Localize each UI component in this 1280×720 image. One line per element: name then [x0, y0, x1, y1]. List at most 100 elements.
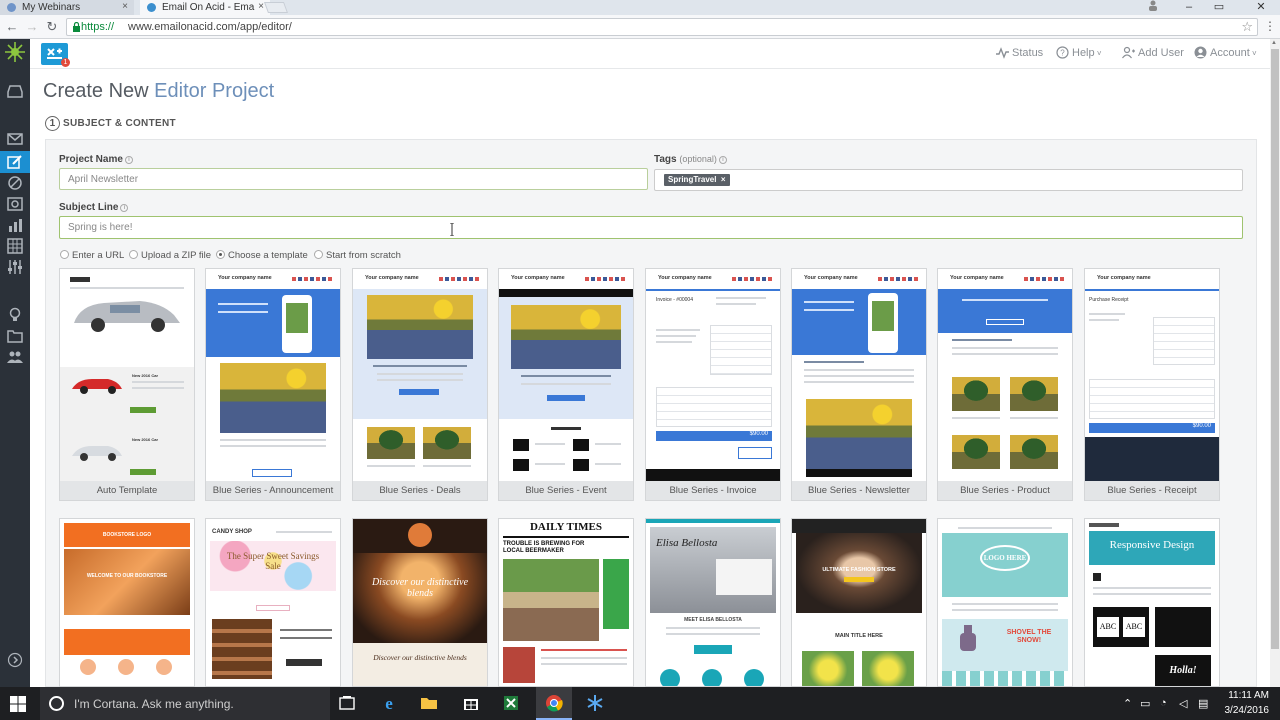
clock-date[interactable]: 3/24/2016 [1219, 705, 1270, 716]
snowflake-app-icon[interactable] [585, 693, 605, 713]
status-link[interactable]: Status [996, 46, 1043, 59]
store-icon[interactable] [461, 693, 481, 713]
camera-icon[interactable] [7, 196, 23, 212]
account-label: Account [1210, 47, 1250, 59]
windows-start-icon[interactable] [10, 696, 26, 712]
template-card-daily-times[interactable]: DAILY TIMES TROUBLE IS BREWING FOR LOCAL… [498, 518, 634, 687]
template-card-blue-product[interactable]: Your company name Blue Series - Product [937, 268, 1073, 501]
tags-input[interactable] [654, 169, 1243, 191]
template-card-blue-event[interactable]: Your company name Blue Series - Event [498, 268, 634, 501]
add-user-icon [1122, 46, 1135, 59]
bookmark-star-icon[interactable]: ☆ [1241, 19, 1253, 35]
maximize-button[interactable]: ▭ [1208, 0, 1230, 15]
template-card-auto[interactable]: New 2016 Car New 2016 Car Auto Template [59, 268, 195, 501]
template-card-blue-invoice[interactable]: Your company name Invoice - #00004 $90.0… [645, 268, 781, 501]
browser-menu-icon[interactable]: ⋮ [1264, 19, 1276, 33]
tray-chevron-up-icon[interactable]: ⌃ [1123, 697, 1132, 710]
svg-text:e: e [385, 694, 393, 713]
network-icon[interactable]: ▭ [1140, 697, 1150, 710]
grid-icon[interactable] [7, 238, 23, 254]
minimize-button[interactable]: – [1178, 0, 1200, 15]
radio-upload-zip[interactable]: Upload a ZIP file [129, 250, 211, 261]
clock-time[interactable]: 11:11 AM [1223, 690, 1269, 701]
url-text: www.emailonacid.com/app/editor/ [128, 21, 292, 33]
scroll-up-arrow-icon[interactable]: ▲ [1271, 40, 1277, 46]
template-name: Blue Series - Announcement [206, 481, 340, 500]
template-thumbnail: Your company name Purchase Receipt $90.0… [1085, 269, 1219, 481]
template-name: Blue Series - Receipt [1085, 481, 1219, 500]
back-arrow-icon[interactable]: ← [4, 19, 20, 35]
new-tab-button[interactable] [263, 2, 289, 13]
help-label: Help [1072, 47, 1095, 59]
volume-icon[interactable]: ◁ [1179, 697, 1187, 710]
close-window-button[interactable]: ✕ [1250, 0, 1272, 15]
inbox-icon[interactable] [7, 83, 23, 99]
team-icon[interactable] [7, 349, 23, 365]
scrollbar-thumb[interactable] [1271, 49, 1279, 649]
info-icon[interactable]: i [718, 156, 727, 164]
info-icon[interactable]: i [124, 156, 133, 164]
step-label: SUBJECT & CONTENT [63, 118, 176, 129]
address-bar[interactable]: https:// www.emailonacid.com/app/editor/… [66, 18, 1258, 36]
template-card-candy-shop[interactable]: CANDY SHOP The Super Sweet Savings Sale [205, 518, 341, 687]
file-explorer-icon[interactable] [419, 693, 439, 713]
email-test-icon[interactable] [7, 131, 23, 147]
tag-remove-icon[interactable]: × [721, 175, 726, 184]
subject-line-input[interactable] [59, 216, 1243, 239]
editor-logo-icon[interactable]: 1 [41, 43, 70, 67]
notifications-icon[interactable]: ▤ [1198, 697, 1208, 710]
tab-close-icon[interactable]: × [258, 1, 264, 12]
radio-enter-url[interactable]: Enter a URL [60, 250, 124, 261]
lightbulb-icon[interactable] [7, 307, 23, 323]
project-name-input[interactable] [59, 168, 648, 190]
excel-icon[interactable] [501, 693, 521, 713]
template-card-blue-deals[interactable]: Your company name Blue Series - Deals [352, 268, 488, 501]
wifi-icon[interactable]: ◔ [1160, 697, 1167, 709]
expand-sidebar-icon[interactable] [7, 652, 23, 668]
template-card-fashion[interactable]: ULTIMATE FASHION STORE MAIN TITLE HERE [791, 518, 927, 687]
tab-title: Email On Acid - Ema [162, 2, 255, 13]
lock-icon [73, 22, 80, 32]
radio-start-scratch[interactable]: Start from scratch [314, 250, 401, 261]
template-card-blue-announcement[interactable]: Your company name Blue Series - Announce… [205, 268, 341, 501]
template-card-responsive[interactable]: Responsive Design ABC ABC Holla! [1084, 518, 1220, 687]
template-card-coffee[interactable]: Discover our distinctive blends Discover… [352, 518, 488, 687]
editor-icon[interactable] [7, 154, 23, 170]
template-thumbnail: CANDY SHOP The Super Sweet Savings Sale [206, 519, 340, 686]
tab-my-webinars[interactable]: My Webinars × [0, 0, 134, 15]
edge-browser-icon[interactable]: e [379, 693, 399, 713]
analytics-icon[interactable] [7, 217, 23, 233]
template-thumbnail: Elisa Bellosta MEET ELISA BELLOSTA [646, 519, 780, 686]
acid-logo-icon[interactable] [5, 42, 25, 62]
help-menu[interactable]: ? Help ˅ [1056, 46, 1102, 59]
step-indicator: 1 SUBJECT & CONTENT [45, 116, 176, 131]
template-thumbnail: Your company name [353, 269, 487, 481]
template-card-winter[interactable]: LOGO HERE SHOVEL THE SNOW! [937, 518, 1073, 687]
subject-line-label: Subject Line i [59, 202, 129, 213]
step-number: 1 [45, 116, 60, 131]
cortana-search-box[interactable]: I'm Cortana. Ask me anything. [40, 687, 330, 720]
radio-choose-template[interactable]: Choose a template [216, 250, 308, 261]
status-label: Status [1012, 47, 1044, 59]
template-card-bookstore[interactable]: BOOKSTORE LOGO WELCOME TO OUR BOOKSTORE [59, 518, 195, 687]
info-icon[interactable]: i [120, 204, 129, 212]
forward-arrow-icon[interactable]: → [24, 19, 40, 35]
task-view-icon[interactable] [337, 693, 357, 713]
template-thumbnail: Your company name [938, 269, 1072, 481]
add-user-link[interactable]: Add User [1122, 46, 1184, 59]
tab-email-on-acid[interactable]: Email On Acid - Ema × [140, 0, 270, 15]
tab-close-icon[interactable]: × [122, 1, 128, 12]
folder-icon[interactable] [7, 328, 23, 344]
chrome-icon[interactable] [544, 693, 564, 713]
account-menu[interactable]: Account ˅ [1194, 46, 1257, 59]
template-card-blue-newsletter[interactable]: Your company name Blue Series - Newslett… [791, 268, 927, 501]
eoa-favicon-icon [147, 3, 156, 12]
profile-icon[interactable] [1142, 0, 1164, 15]
template-card-elisa-bellosta[interactable]: Elisa Bellosta MEET ELISA BELLOSTA [645, 518, 781, 687]
page-title: Create New Editor Project [43, 80, 275, 102]
sliders-icon[interactable] [7, 259, 23, 275]
spam-block-icon[interactable] [7, 175, 23, 191]
reload-icon[interactable]: ↻ [44, 19, 60, 35]
browser-toolbar: ← → ↻ https:// www.emailonacid.com/app/e… [0, 15, 1280, 39]
template-card-blue-receipt[interactable]: Your company name Purchase Receipt $90.0… [1084, 268, 1220, 501]
